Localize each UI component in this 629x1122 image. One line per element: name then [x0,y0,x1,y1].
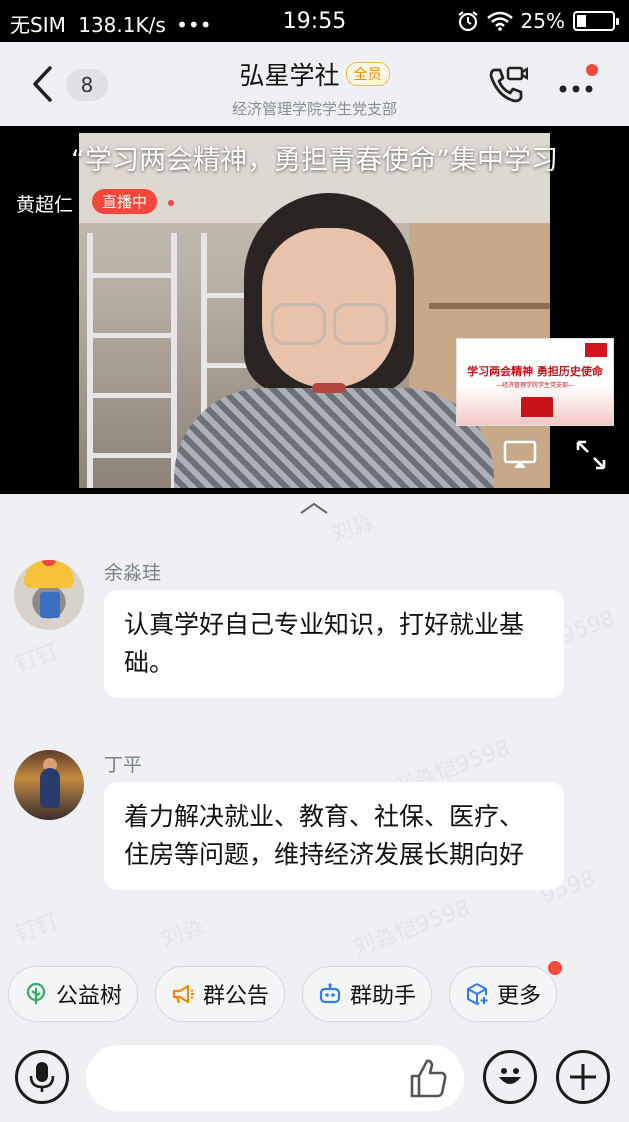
quick-action-label: 群助手 [349,984,416,1009]
megaphone-icon [172,984,194,1004]
watermark: 9598 [557,606,619,649]
message-list[interactable]: 钉钉 刘淼 刘淼恺9598 9598 钉钉 刘淼 刘淼恺9598 9598 余淼… [0,509,629,961]
watermark: 钉钉 [11,639,62,678]
thumbs-up-icon[interactable] [406,1056,450,1100]
battery-fill [577,15,586,27]
more-menu-button[interactable] [556,64,600,100]
plus-icon [570,1064,596,1090]
watermark: 刘淼恺9598 [350,895,474,961]
presenter-name: 黄超仁 [16,194,74,216]
slide-subtitle: —经济管理学院学生党支部— [495,382,574,389]
shared-slide-thumbnail[interactable]: 学习两会精神 勇担历史使命 —经济管理学院学生党支部— [456,338,614,426]
quick-action-bar: 公益树 群公告 群助手 更多 [0,961,629,1026]
live-stream-panel[interactable]: “学习两会精神，勇担青春使命”集中学习 黄超仁 直播中 学习两会精神 勇担历史使… [0,126,629,494]
sender-name: 余淼珪 [104,562,162,584]
flag-icon [585,343,607,357]
status-bar: 无SIM 138.1K/s ••• 19:55 25% [0,0,629,42]
watermark: 钉钉 [11,909,62,948]
live-status-badge: 直播中 [92,189,158,214]
microphone-icon [29,1062,55,1092]
fullscreen-icon[interactable] [574,438,608,472]
all-members-badge: 全员 [345,62,390,86]
emoji-button[interactable] [483,1050,537,1104]
group-assistant-button[interactable]: 群助手 [302,966,432,1022]
presenter-shirt [174,388,494,488]
live-video-feed[interactable] [79,133,550,488]
chat-header: 8 弘星学社 全员 经济管理学院学生党支部 [0,42,629,126]
video-ladder [87,233,177,488]
quick-action-label: 更多 [496,984,541,1009]
status-right: 25% [457,9,619,33]
input-bar [0,1034,629,1122]
more-actions-button[interactable]: 更多 [449,961,562,1022]
smiley-icon [499,1068,521,1084]
quick-action-label: 公益树 [55,984,122,1009]
message-bubble[interactable]: 认真学好自己专业知识，打好就业基础。 [104,590,564,698]
group-title: 弘星学社 [239,61,340,90]
avatar[interactable] [14,560,84,630]
public-tree-button[interactable]: 公益树 [8,966,138,1022]
video-shelf-board [429,303,550,309]
group-announcement-button[interactable]: 群公告 [155,966,285,1022]
live-title: “学习两会精神，勇担青春使命”集中学习 [71,145,558,176]
phone-video-call-icon[interactable] [486,64,528,106]
watermark: 刘淼 [157,914,208,953]
notification-dot [548,961,562,975]
header-title-group[interactable]: 弘星学社 全员 经济管理学院学生党支部 [0,56,629,119]
slide-title: 学习两会精神 勇担历史使命 [467,365,603,378]
watermark: 刘淼 [327,509,378,548]
add-button[interactable] [556,1050,610,1104]
robot-icon [319,983,341,1004]
collapse-chevron-icon[interactable] [298,500,330,516]
battery-icon [573,11,619,31]
notification-dot [586,64,598,76]
sender-name: 丁平 [104,754,143,776]
quick-action-label: 群公告 [202,984,269,1009]
live-indicator-dot [168,200,174,206]
group-subtitle: 经济管理学院学生党支部 [231,100,397,118]
tiananmen-icon [521,397,553,417]
battery-percent: 25% [520,9,565,33]
screen-cast-icon[interactable] [503,440,537,470]
wifi-icon [486,11,513,31]
message-bubble[interactable]: 着力解决就业、教育、社保、医疗、住房等问题，维持经济发展长期向好 [104,782,564,890]
voice-input-button[interactable] [15,1050,69,1104]
alarm-icon [457,11,478,32]
cube-plus-icon [466,983,488,1005]
tree-icon [26,982,46,1004]
more-dots-icon [559,85,593,93]
avatar[interactable] [14,750,84,820]
